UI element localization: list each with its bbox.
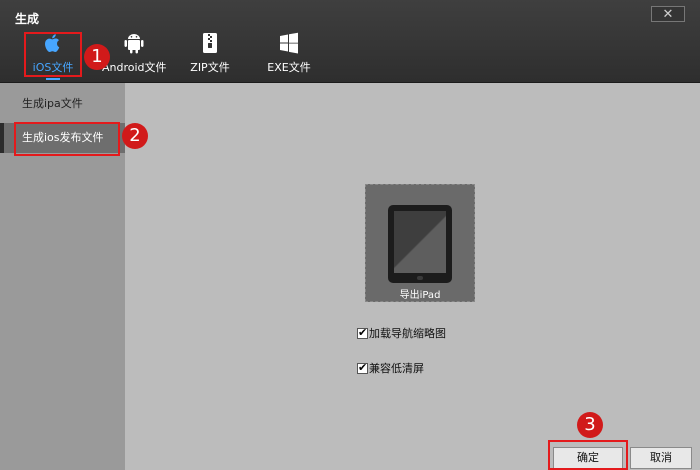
annotation-marker-2: 2 (122, 123, 148, 149)
tab-zip[interactable]: ZIP文件 (186, 28, 234, 80)
zip-icon (203, 33, 217, 53)
close-icon: ✕ (662, 7, 674, 22)
option-load-thumbnail[interactable]: 加载导航缩略图 (357, 325, 446, 342)
title-bar: 生成 ✕ iOS文件 Android文件 ZIP文件 EXE文件 (0, 0, 700, 83)
option-low-res-compat[interactable]: 兼容低清屏 (357, 360, 424, 377)
close-button[interactable]: ✕ (651, 6, 685, 22)
tab-exe-label: EXE文件 (267, 61, 311, 74)
export-ipad-preview[interactable]: 导出iPad (365, 184, 475, 302)
tab-android-label: Android文件 (102, 61, 167, 74)
highlight-box-2 (14, 122, 120, 156)
preview-label: 导出iPad (399, 290, 441, 301)
cancel-button[interactable]: 取消 (630, 447, 692, 469)
windows-icon (280, 32, 298, 54)
tab-android[interactable]: Android文件 (102, 28, 167, 80)
android-icon (124, 34, 144, 54)
option-load-thumbnail-label: 加载导航缩略图 (369, 327, 446, 340)
annotation-marker-1: 1 (84, 44, 110, 70)
checkbox-low-res-compat[interactable] (357, 360, 368, 376)
tab-zip-label: ZIP文件 (190, 61, 230, 74)
sidebar-item-ipa[interactable]: 生成ipa文件 (0, 89, 125, 119)
window-title: 生成 (15, 12, 40, 26)
option-low-res-compat-label: 兼容低清屏 (369, 362, 424, 375)
highlight-box-1 (24, 32, 82, 77)
checkbox-load-thumbnail[interactable] (357, 325, 368, 341)
highlight-box-3 (548, 440, 628, 470)
annotation-marker-3: 3 (577, 412, 603, 438)
tab-exe[interactable]: EXE文件 (263, 28, 315, 80)
ipad-icon (388, 205, 452, 283)
